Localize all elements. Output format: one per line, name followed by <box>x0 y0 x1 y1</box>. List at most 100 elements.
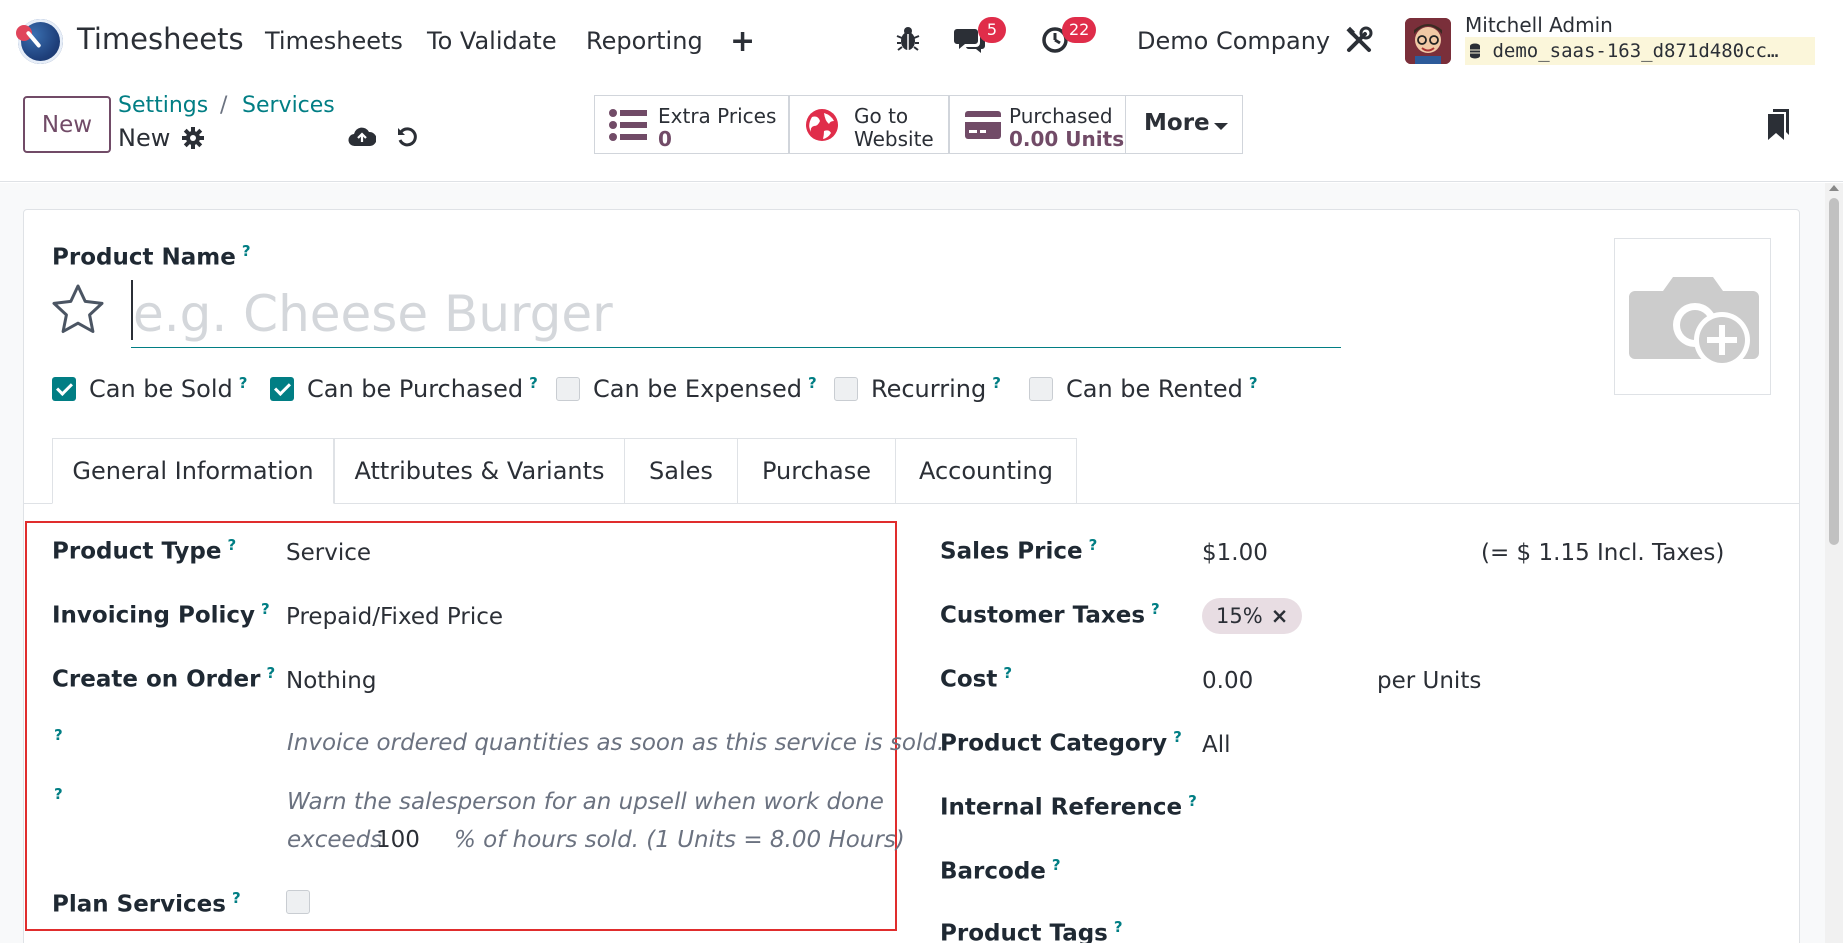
tab-attributes-variants[interactable]: Attributes & Variants <box>334 438 625 504</box>
incl-taxes-text: (= $ 1.15 Incl. Taxes) <box>1481 540 1725 566</box>
product-name-label: Product Name? <box>52 242 251 271</box>
app-title[interactable]: Timesheets <box>77 22 244 56</box>
record-name: New <box>118 124 171 152</box>
can-be-sold-label: Can be Sold? <box>89 374 248 403</box>
debug-icon[interactable] <box>896 26 920 56</box>
upsell-help-suffix: % of hours sold. (1 Units = 8.00 Hours) <box>454 827 905 853</box>
can-be-sold-checkbox[interactable] <box>52 377 76 401</box>
control-panel: New Settings / Services New Extra Prices… <box>0 82 1843 182</box>
help-tooltip-icon[interactable]: ? <box>808 374 817 392</box>
cost-label: Cost? <box>940 664 1013 693</box>
can-be-expensed-label: Can be Expensed? <box>593 374 817 403</box>
upsell-help-line1: Warn the salesperson for an upsell when … <box>287 789 884 815</box>
user-name[interactable]: Mitchell Admin <box>1465 13 1613 37</box>
product-name-input[interactable] <box>131 280 1341 348</box>
sales-price-label: Sales Price? <box>940 536 1098 565</box>
help-tooltip-icon[interactable]: ? <box>266 664 275 682</box>
company-switcher[interactable]: Demo Company <box>1137 27 1330 55</box>
help-tooltip-icon[interactable]: ? <box>992 374 1001 392</box>
credit-card-icon <box>964 110 1002 144</box>
help-tooltip-icon[interactable]: ? <box>1052 856 1061 874</box>
tab-purchase[interactable]: Purchase <box>737 438 896 504</box>
help-tooltip-icon[interactable]: ? <box>529 374 538 392</box>
list-icon <box>609 108 647 146</box>
purchased-label: Purchased <box>1009 104 1113 128</box>
breadcrumb-services[interactable]: Services <box>242 93 335 118</box>
help-tooltip-icon[interactable]: ? <box>54 726 63 744</box>
cost-unit: per Units <box>1377 668 1482 694</box>
help-tooltip-icon[interactable]: ? <box>54 785 63 803</box>
help-tooltip-icon[interactable]: ? <box>1249 374 1258 392</box>
help-tooltip-icon[interactable]: ? <box>242 242 251 260</box>
help-tooltip-icon[interactable]: ? <box>1114 918 1123 936</box>
plan-services-checkbox[interactable] <box>286 890 310 914</box>
favorite-star-icon[interactable] <box>51 283 105 339</box>
bookmark-icon[interactable] <box>1767 109 1791 145</box>
app-logo-icon[interactable] <box>16 19 63 64</box>
internal-reference-label: Internal Reference? <box>940 792 1197 821</box>
website-line1: Go to <box>854 104 909 128</box>
can-be-purchased-checkbox[interactable] <box>270 377 294 401</box>
scrollbar-thumb[interactable] <box>1829 198 1839 545</box>
product-tags-label: Product Tags? <box>940 918 1123 943</box>
go-to-website-button[interactable]: Go to Website <box>789 95 949 154</box>
create-on-order-value[interactable]: Nothing <box>286 668 376 694</box>
tab-sales[interactable]: Sales <box>624 438 738 504</box>
help-tooltip-icon[interactable]: ? <box>228 536 237 554</box>
more-label: More <box>1144 110 1210 136</box>
tax-tag[interactable]: 15% × <box>1202 598 1303 634</box>
help-tooltip-icon[interactable]: ? <box>1151 600 1160 618</box>
website-line2: Website <box>854 127 934 151</box>
product-type-label: Product Type? <box>52 536 237 565</box>
discard-changes-icon[interactable] <box>396 126 418 152</box>
help-tooltip-icon[interactable]: ? <box>239 374 248 392</box>
tab-general-information[interactable]: General Information <box>52 438 334 504</box>
highlight-box <box>25 521 897 931</box>
recurring-checkbox[interactable] <box>834 377 858 401</box>
invoicing-policy-value[interactable]: Prepaid/Fixed Price <box>286 604 503 630</box>
user-avatar[interactable] <box>1405 18 1451 64</box>
tools-icon[interactable] <box>1345 26 1373 58</box>
cost-value[interactable]: 0.00 <box>1202 668 1253 694</box>
upsell-help-prefix: exceeds <box>287 827 383 853</box>
new-button[interactable]: New <box>23 96 111 153</box>
can-be-expensed-checkbox[interactable] <box>556 377 580 401</box>
purchased-button[interactable]: Purchased 0.00 Units <box>949 95 1126 154</box>
more-dropdown-button[interactable]: More <box>1125 95 1243 154</box>
product-image-upload[interactable] <box>1614 238 1771 395</box>
tag-remove-icon[interactable]: × <box>1271 604 1289 628</box>
customer-taxes-label: Customer Taxes? <box>940 600 1160 629</box>
extra-prices-button[interactable]: Extra Prices 0 <box>594 95 789 154</box>
help-tooltip-icon[interactable]: ? <box>1188 792 1197 810</box>
help-tooltip-icon[interactable]: ? <box>232 889 241 907</box>
can-be-rented-checkbox[interactable] <box>1029 377 1053 401</box>
product-category-label: Product Category? <box>940 728 1182 757</box>
barcode-label: Barcode? <box>940 856 1061 885</box>
database-name: demo_saas-163_d871d480cc… <box>1465 37 1815 65</box>
upsell-threshold-input[interactable]: 100 <box>376 827 420 853</box>
scroll-up-arrow-icon[interactable] <box>1829 185 1839 191</box>
gear-icon[interactable] <box>182 127 204 153</box>
help-tooltip-icon[interactable]: ? <box>1173 728 1182 746</box>
plan-services-label: Plan Services? <box>52 889 241 918</box>
database-icon <box>1470 43 1480 59</box>
tab-accounting[interactable]: Accounting <box>895 438 1077 504</box>
product-category-value[interactable]: All <box>1202 732 1231 758</box>
breadcrumb-settings[interactable]: Settings <box>118 93 208 118</box>
messages-badge: 5 <box>978 17 1006 43</box>
extra-prices-count: 0 <box>658 127 672 151</box>
menu-reporting[interactable]: Reporting <box>586 27 703 55</box>
help-tooltip-icon[interactable]: ? <box>1003 664 1012 682</box>
product-type-value[interactable]: Service <box>286 540 371 566</box>
can-be-purchased-label: Can be Purchased? <box>307 374 538 403</box>
help-tooltip-icon[interactable]: ? <box>1089 536 1098 554</box>
globe-icon <box>804 107 840 147</box>
menu-to-validate[interactable]: To Validate <box>427 27 557 55</box>
sales-price-value[interactable]: $1.00 <box>1202 540 1268 566</box>
help-tooltip-icon[interactable]: ? <box>261 600 270 618</box>
save-cloud-icon[interactable] <box>348 126 377 152</box>
menu-timesheets[interactable]: Timesheets <box>265 27 403 55</box>
text-cursor <box>131 280 133 340</box>
top-navbar: Timesheets Timesheets To Validate Report… <box>0 0 1843 82</box>
add-menu-icon[interactable]: + <box>730 24 755 59</box>
